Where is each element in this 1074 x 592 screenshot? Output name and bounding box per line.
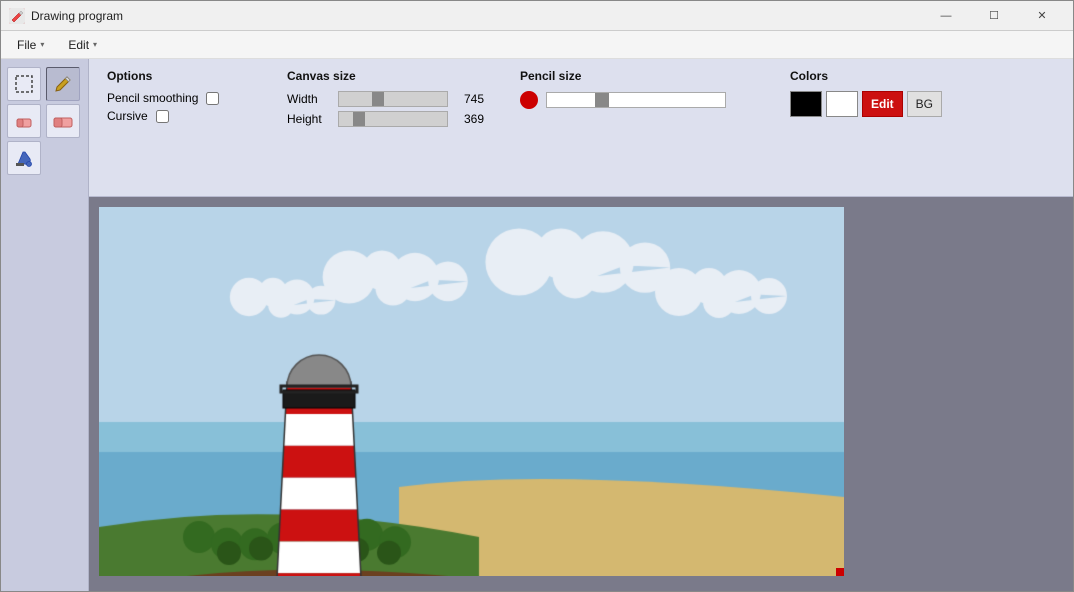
width-value: 745: [454, 92, 484, 106]
height-slider[interactable]: [338, 111, 448, 127]
right-area: Options Pencil smoothing Cursive Canvas …: [89, 59, 1073, 591]
pencil-size-panel: Pencil size: [512, 65, 762, 113]
secondary-color-swatch[interactable]: [826, 91, 858, 117]
canvas-size-panel: Canvas size Width 745 Height 369: [279, 65, 492, 131]
pencil-tool-button[interactable]: [46, 67, 80, 101]
canvas-size-title: Canvas size: [287, 69, 484, 83]
select-tool-button[interactable]: [7, 67, 41, 101]
app-window: Drawing program — ☐ ✕ File ▾ Edit ▾: [0, 0, 1074, 592]
color-edit-button[interactable]: Edit: [862, 91, 903, 117]
width-label: Width: [287, 92, 332, 106]
canvas-area: [89, 197, 1073, 591]
pencil-smoothing-checkbox[interactable]: [206, 92, 219, 105]
pencil-dot: [520, 91, 538, 109]
options-bar: Options Pencil smoothing Cursive Canvas …: [89, 59, 1073, 197]
cursive-row: Cursive: [107, 109, 251, 123]
options-title: Options: [107, 69, 251, 83]
menu-file[interactable]: File ▾: [5, 34, 56, 56]
close-button[interactable]: ✕: [1019, 1, 1065, 31]
drawing-canvas-container: [99, 207, 844, 576]
options-panel: Options Pencil smoothing Cursive: [99, 65, 259, 127]
canvas-resize-handle[interactable]: [836, 568, 844, 576]
height-value: 369: [454, 112, 484, 126]
maximize-button[interactable]: ☐: [971, 1, 1017, 31]
file-dropdown-arrow: ▾: [40, 40, 44, 49]
colors-title: Colors: [790, 69, 942, 83]
cursive-label: Cursive: [107, 109, 148, 123]
primary-color-swatch[interactable]: [790, 91, 822, 117]
menubar: File ▾ Edit ▾: [1, 31, 1073, 59]
fill-tool-button[interactable]: [7, 141, 41, 175]
colors-row: Edit BG: [790, 91, 942, 117]
menu-edit[interactable]: Edit ▾: [56, 34, 109, 56]
height-label: Height: [287, 112, 332, 126]
eraser-large-button[interactable]: [46, 104, 80, 138]
cursive-checkbox[interactable]: [156, 110, 169, 123]
minimize-button[interactable]: —: [923, 1, 969, 31]
left-toolbar: [1, 59, 89, 591]
app-icon: [9, 8, 25, 24]
edit-dropdown-arrow: ▾: [93, 40, 97, 49]
width-slider[interactable]: [338, 91, 448, 107]
width-row: Width 745: [287, 91, 484, 107]
pencil-size-title: Pencil size: [520, 69, 754, 83]
pencil-size-row: [520, 91, 754, 109]
drawing-canvas[interactable]: [99, 207, 844, 576]
window-controls: — ☐ ✕: [923, 1, 1065, 31]
eraser-small-button[interactable]: [7, 104, 41, 138]
content-area: Options Pencil smoothing Cursive Canvas …: [1, 59, 1073, 591]
pencil-smoothing-label: Pencil smoothing: [107, 91, 198, 105]
height-row: Height 369: [287, 111, 484, 127]
titlebar: Drawing program — ☐ ✕: [1, 1, 1073, 31]
pencil-size-slider[interactable]: [546, 92, 726, 108]
colors-panel: Colors Edit BG: [782, 65, 950, 121]
color-bg-button[interactable]: BG: [907, 91, 942, 117]
app-title: Drawing program: [31, 9, 923, 23]
tool-grid: [7, 67, 82, 175]
pencil-smoothing-row: Pencil smoothing: [107, 91, 251, 105]
